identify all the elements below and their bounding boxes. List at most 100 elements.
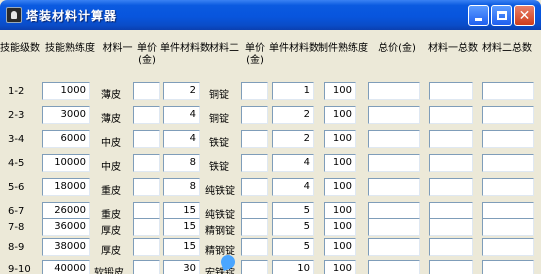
skill-level: 8-9 <box>8 242 25 253</box>
price2-field[interactable] <box>241 106 268 124</box>
craft-field[interactable]: 100 <box>324 130 356 148</box>
material1-total-field[interactable] <box>429 260 473 274</box>
qty1-field[interactable]: 8 <box>163 178 200 196</box>
craft-field[interactable]: 100 <box>324 218 356 236</box>
material2-label: 铁锭 <box>209 162 229 173</box>
header-skill-proficiency: 技能熟练度 <box>45 43 95 54</box>
material2-total-field[interactable] <box>482 178 534 196</box>
material2-total-field[interactable] <box>482 238 534 256</box>
qty1-field[interactable]: 4 <box>163 106 200 124</box>
craft-field[interactable]: 100 <box>324 82 356 100</box>
material2-total-field[interactable] <box>482 260 534 274</box>
qty1-field[interactable]: 2 <box>163 82 200 100</box>
proficiency-field[interactable]: 3000 <box>42 106 90 124</box>
price1-field[interactable] <box>133 260 160 274</box>
total-field[interactable] <box>368 106 420 124</box>
material2-label: 铁锭 <box>209 138 229 149</box>
header-material2: 材料二 <box>209 43 239 54</box>
craft-field[interactable]: 100 <box>324 260 356 274</box>
proficiency-field[interactable]: 36000 <box>42 218 90 236</box>
qty1-field[interactable]: 4 <box>163 130 200 148</box>
total-field[interactable] <box>368 178 420 196</box>
price1-field[interactable] <box>133 130 160 148</box>
material2-label: 铜锭 <box>209 90 229 101</box>
qty2-field[interactable]: 5 <box>272 238 314 256</box>
price2-field[interactable] <box>241 130 268 148</box>
qty2-field[interactable]: 4 <box>272 178 314 196</box>
qty1-field[interactable]: 8 <box>163 154 200 172</box>
total-field[interactable] <box>368 218 420 236</box>
price1-field[interactable] <box>133 238 160 256</box>
qty1-field[interactable]: 15 <box>163 218 200 236</box>
header-qty2: 单件材料数 <box>269 43 319 54</box>
price1-field[interactable] <box>133 106 160 124</box>
price2-field[interactable] <box>241 154 268 172</box>
header-skill-level: 技能级数 <box>0 43 40 54</box>
maximize-icon <box>496 11 507 20</box>
proficiency-field[interactable]: 18000 <box>42 178 90 196</box>
maximize-button[interactable] <box>491 5 512 26</box>
material1-label: 中皮 <box>101 138 121 149</box>
header-total-price: 总价(金) <box>378 43 416 54</box>
app-icon[interactable] <box>6 7 22 23</box>
material1-total-field[interactable] <box>429 238 473 256</box>
proficiency-field[interactable]: 10000 <box>42 154 90 172</box>
price2-field[interactable] <box>241 260 268 274</box>
material1-total-field[interactable] <box>429 154 473 172</box>
material1-label: 薄皮 <box>101 90 121 101</box>
material2-total-field[interactable] <box>482 218 534 236</box>
material1-total-field[interactable] <box>429 130 473 148</box>
qty1-field[interactable]: 15 <box>163 238 200 256</box>
material1-label: 厚皮 <box>101 226 121 237</box>
material1-label: 薄皮 <box>101 114 121 125</box>
price2-field[interactable] <box>241 178 268 196</box>
total-field[interactable] <box>368 82 420 100</box>
skill-level: 7-8 <box>8 222 25 233</box>
qty2-field[interactable]: 1 <box>272 82 314 100</box>
material1-total-field[interactable] <box>429 218 473 236</box>
craft-field[interactable]: 100 <box>324 178 356 196</box>
header-material2-total: 材料二总数 <box>482 43 532 54</box>
minimize-button[interactable] <box>468 5 489 26</box>
material1-label: 软锻皮 <box>94 268 124 274</box>
price2-field[interactable] <box>241 238 268 256</box>
qty2-field[interactable]: 2 <box>272 106 314 124</box>
craft-field[interactable]: 100 <box>324 154 356 172</box>
material2-label: 精钢锭 <box>205 226 235 237</box>
material2-total-field[interactable] <box>482 154 534 172</box>
qty2-field[interactable]: 4 <box>272 154 314 172</box>
qty2-field[interactable]: 2 <box>272 130 314 148</box>
qty2-field[interactable]: 5 <box>272 218 314 236</box>
total-field[interactable] <box>368 260 420 274</box>
proficiency-field[interactable]: 1000 <box>42 82 90 100</box>
material2-label: 纯铁锭 <box>205 186 235 197</box>
qty2-field[interactable]: 10 <box>272 260 314 274</box>
price1-field[interactable] <box>133 154 160 172</box>
craft-field[interactable]: 100 <box>324 106 356 124</box>
total-field[interactable] <box>368 154 420 172</box>
material1-total-field[interactable] <box>429 82 473 100</box>
material1-total-field[interactable] <box>429 106 473 124</box>
header-qty1: 单件材料数 <box>160 43 210 54</box>
material2-total-field[interactable] <box>482 130 534 148</box>
header-craft-proficiency: 制件熟练度 <box>318 43 368 54</box>
total-field[interactable] <box>368 238 420 256</box>
qty1-field[interactable]: 30 <box>163 260 200 274</box>
price1-field[interactable] <box>133 218 160 236</box>
price1-field[interactable] <box>133 82 160 100</box>
craft-field[interactable]: 100 <box>324 238 356 256</box>
close-button[interactable]: ✕ <box>514 5 535 26</box>
proficiency-field[interactable]: 40000 <box>42 260 90 274</box>
window-title: 塔装材料计算器 <box>26 9 118 23</box>
skill-level: 5-6 <box>8 182 25 193</box>
material1-total-field[interactable] <box>429 178 473 196</box>
material2-total-field[interactable] <box>482 82 534 100</box>
price2-field[interactable] <box>241 218 268 236</box>
total-field[interactable] <box>368 130 420 148</box>
proficiency-field[interactable]: 38000 <box>42 238 90 256</box>
price1-field[interactable] <box>133 178 160 196</box>
material2-total-field[interactable] <box>482 106 534 124</box>
price2-field[interactable] <box>241 82 268 100</box>
title-bar[interactable]: 塔装材料计算器 ✕ <box>0 0 541 30</box>
proficiency-field[interactable]: 6000 <box>42 130 90 148</box>
